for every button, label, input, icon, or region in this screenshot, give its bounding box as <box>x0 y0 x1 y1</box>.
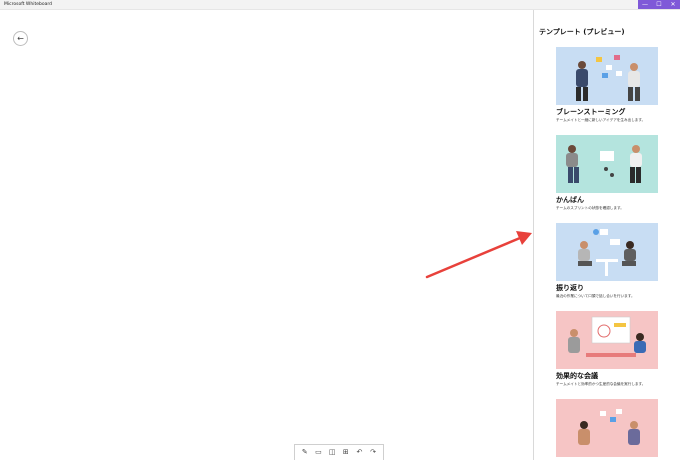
minimize-button[interactable]: — <box>638 0 652 9</box>
pen-icon[interactable]: ✎ <box>299 447 310 458</box>
brainstorm-illustration <box>556 47 658 105</box>
back-arrow-icon: ← <box>17 33 24 43</box>
kanban-illustration <box>556 135 658 193</box>
panel-title: テンプレート (プレビュー) <box>539 28 625 36</box>
window-controls: — ☐ ✕ <box>638 0 680 9</box>
grid-icon[interactable]: ⊞ <box>340 447 351 458</box>
retrospective-illustration <box>556 223 658 281</box>
redo-icon[interactable]: ↷ <box>368 447 379 458</box>
undo-icon[interactable]: ↶ <box>354 447 365 458</box>
template-thumbnail[interactable] <box>556 311 658 369</box>
insert-icon[interactable]: ◫ <box>327 447 338 458</box>
note-icon[interactable]: ▭ <box>313 447 324 458</box>
templates-panel: テンプレート (プレビュー) ブレーンストーミング チームメイトと一緒に新しいア… <box>533 10 680 460</box>
close-button[interactable]: ✕ <box>666 0 680 9</box>
template-description: チームメイトと効率的かつ生産的な会議を実行します。 <box>556 382 646 386</box>
partial-template-illustration <box>556 399 658 457</box>
template-description: チームのスプリントの状態を確認します。 <box>556 206 624 210</box>
template-name: かんばん <box>556 196 584 204</box>
template-card-effective-meeting[interactable]: 効果的な会議 チームメイトと効率的かつ生産的な会議を実行します。 <box>556 311 658 387</box>
template-name: 効果的な会議 <box>556 372 598 380</box>
bottom-toolbar: ✎ ▭ ◫ ⊞ ↶ ↷ <box>294 444 384 460</box>
maximize-button[interactable]: ☐ <box>652 0 666 9</box>
title-bar: Microsoft Whiteboard — ☐ ✕ <box>0 0 680 10</box>
back-button[interactable]: ← <box>13 31 28 46</box>
whiteboard-canvas[interactable]: ← <box>0 10 533 460</box>
template-card-brainstorm[interactable]: ブレーンストーミング チームメイトと一緒に新しいアイデアを生み出します。 <box>556 47 658 123</box>
template-card-retrospective[interactable]: 振り返り 最近の作業について口頭で話し合いを行います。 <box>556 223 658 299</box>
meeting-illustration <box>556 311 658 369</box>
template-name: ブレーンストーミング <box>556 108 626 116</box>
template-thumbnail[interactable] <box>556 223 658 281</box>
template-name: 振り返り <box>556 284 584 292</box>
template-card-kanban[interactable]: かんばん チームのスプリントの状態を確認します。 <box>556 135 658 211</box>
template-thumbnail[interactable] <box>556 399 658 457</box>
window-title: Microsoft Whiteboard <box>4 2 52 7</box>
template-description: チームメイトと一緒に新しいアイデアを生み出します。 <box>556 118 646 122</box>
template-thumbnail[interactable] <box>556 135 658 193</box>
template-card-partial[interactable] <box>556 399 658 457</box>
template-thumbnail[interactable] <box>556 47 658 105</box>
template-description: 最近の作業について口頭で話し合いを行います。 <box>556 294 635 298</box>
